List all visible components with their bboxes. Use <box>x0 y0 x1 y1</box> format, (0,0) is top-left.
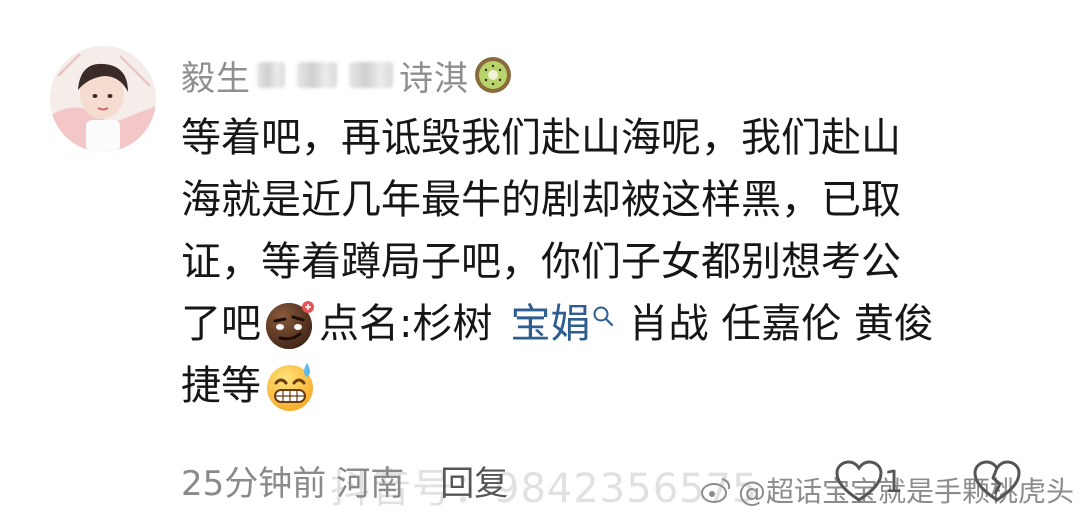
heart-icon <box>835 460 883 502</box>
reply-button[interactable]: 回复 <box>440 456 508 505</box>
username-redaction <box>257 62 285 88</box>
comment-line: 等着吧，再诋毁我们赴山海呢，我们赴山 <box>181 115 901 161</box>
comment-text-segment: 捷等 <box>181 363 261 409</box>
comment-line: 海就是近几年最牛的剧却被这样黑，已取 <box>181 177 901 223</box>
search-icon[interactable] <box>592 305 614 327</box>
like-count: 1 <box>884 464 904 500</box>
dislike-button[interactable] <box>972 460 1022 508</box>
like-button[interactable]: 1 <box>834 460 903 504</box>
comment-time: 25分钟前 <box>181 463 327 504</box>
username-suffix: 诗淇 <box>399 58 469 99</box>
broken-heart-icon <box>973 460 1021 502</box>
username-prefix: 毅生 <box>181 58 251 99</box>
username-redaction <box>349 62 393 88</box>
username[interactable]: 毅生 诗淇 <box>181 50 513 100</box>
sweat-grin-emoji-icon <box>267 363 313 411</box>
mention-link[interactable]: 宝娟 <box>510 293 590 355</box>
avatar[interactable] <box>50 46 156 152</box>
weibo-watermark-text: @超话宝宝就是手颗桃虎头 <box>738 475 1075 508</box>
kiwi-icon <box>475 57 511 93</box>
avatar-photo <box>50 46 156 152</box>
comment-text-segment: 点名:杉树 <box>319 301 493 347</box>
comment-line: 捷等 <box>181 355 1011 417</box>
comment-line: 了吧 点名:杉树 宝娟 肖战 任嘉伦 黄俊 <box>181 293 1011 355</box>
smirk-emoji-icon <box>266 301 314 349</box>
comment-text-segment: 肖战 任嘉伦 黄俊 <box>628 301 934 347</box>
username-redaction <box>297 62 337 88</box>
comment-text: 等着吧，再诋毁我们赴山海呢，我们赴山 海就是近几年最牛的剧却被这样黑，已取 证，… <box>181 107 1011 417</box>
comment-text-segment: 了吧 <box>181 301 261 347</box>
comment-line: 证，等着蹲局子吧，你们子女都别想考公 <box>181 239 901 285</box>
weibo-icon <box>701 478 731 503</box>
comment-location: 河南 <box>336 463 405 504</box>
